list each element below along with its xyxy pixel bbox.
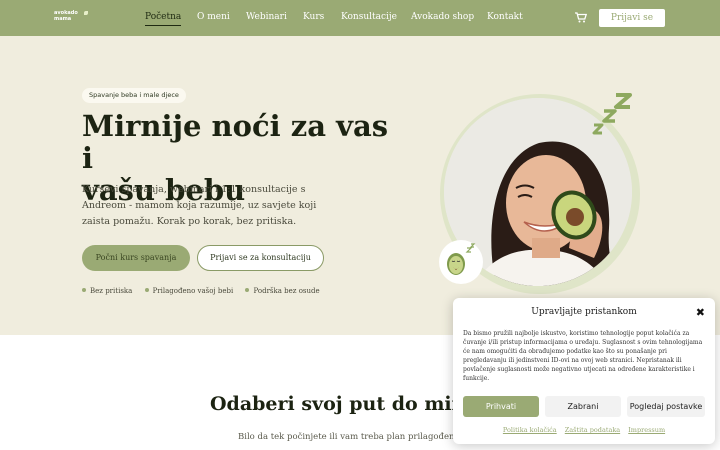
cookie-links: Politika kolačića Zaštita podataka Impre… [453,426,715,434]
impressum-link[interactable]: Impressum [628,426,665,434]
sleeping-avocado-icon [447,243,476,275]
view-preferences-button[interactable]: Pogledaj postavke [627,396,705,417]
top-nav: avokado mama Početna O meni Webinari Kur… [0,0,720,36]
close-icon[interactable]: ✖ [696,306,705,319]
cookie-consent-dialog: Upravljajte pristankom ✖ Da bismo pružil… [453,298,715,444]
nav-item-avokado-shop[interactable]: Avokado shop [411,12,474,22]
accept-button[interactable]: Prihvati [463,396,539,417]
start-course-button[interactable]: Počni kurs spavanja [82,245,190,271]
nav-item-kontakt[interactable]: Kontakt [487,12,523,22]
privacy-link[interactable]: Zaštita podataka [565,426,620,434]
zzz-icon [592,93,632,135]
benefit-item: Bez pritiska [82,287,132,295]
cookie-text: Da bismo pružili najbolje iskustvo, kori… [463,330,703,382]
benefit-list: Bez pritiska Prilagođeno vašoj bebi Podr… [82,287,330,295]
book-consultation-button[interactable]: Prijavi se za konsultaciju [197,245,324,271]
hero-section: Spavanje beba i male djece Mirnije noći … [0,36,720,335]
cookie-policy-link[interactable]: Politika kolačića [503,426,557,434]
benefit-item: Podrška bez osude [245,287,319,295]
login-button[interactable]: Prijavi se [599,9,665,27]
deny-button[interactable]: Zabrani [545,396,621,417]
hero-tag: Spavanje beba i male djece [82,88,186,103]
benefit-item: Prilagođeno vašoj bebi [145,287,234,295]
logo-text: avokado mama [54,10,78,22]
cart-icon[interactable] [575,12,587,23]
nav-item-pocetna[interactable]: Početna [145,12,182,26]
cookie-title: Upravljajte pristankom [531,307,637,317]
nav-item-kurs[interactable]: Kurs [303,12,324,22]
nav-item-konsultacije[interactable]: Konsultacije [341,12,397,22]
hero-title-line1: Mirnije noći za vas i [82,109,389,175]
nav-item-o-meni[interactable]: O meni [197,12,230,22]
leaf-icon [84,11,88,15]
nav-item-webinari[interactable]: Webinari [246,12,287,22]
avocado-badge [439,240,483,284]
hero-lead: Kursevi spavanja, webinari i 1:1 konsult… [82,184,317,227]
logo[interactable]: avokado mama [54,10,88,24]
